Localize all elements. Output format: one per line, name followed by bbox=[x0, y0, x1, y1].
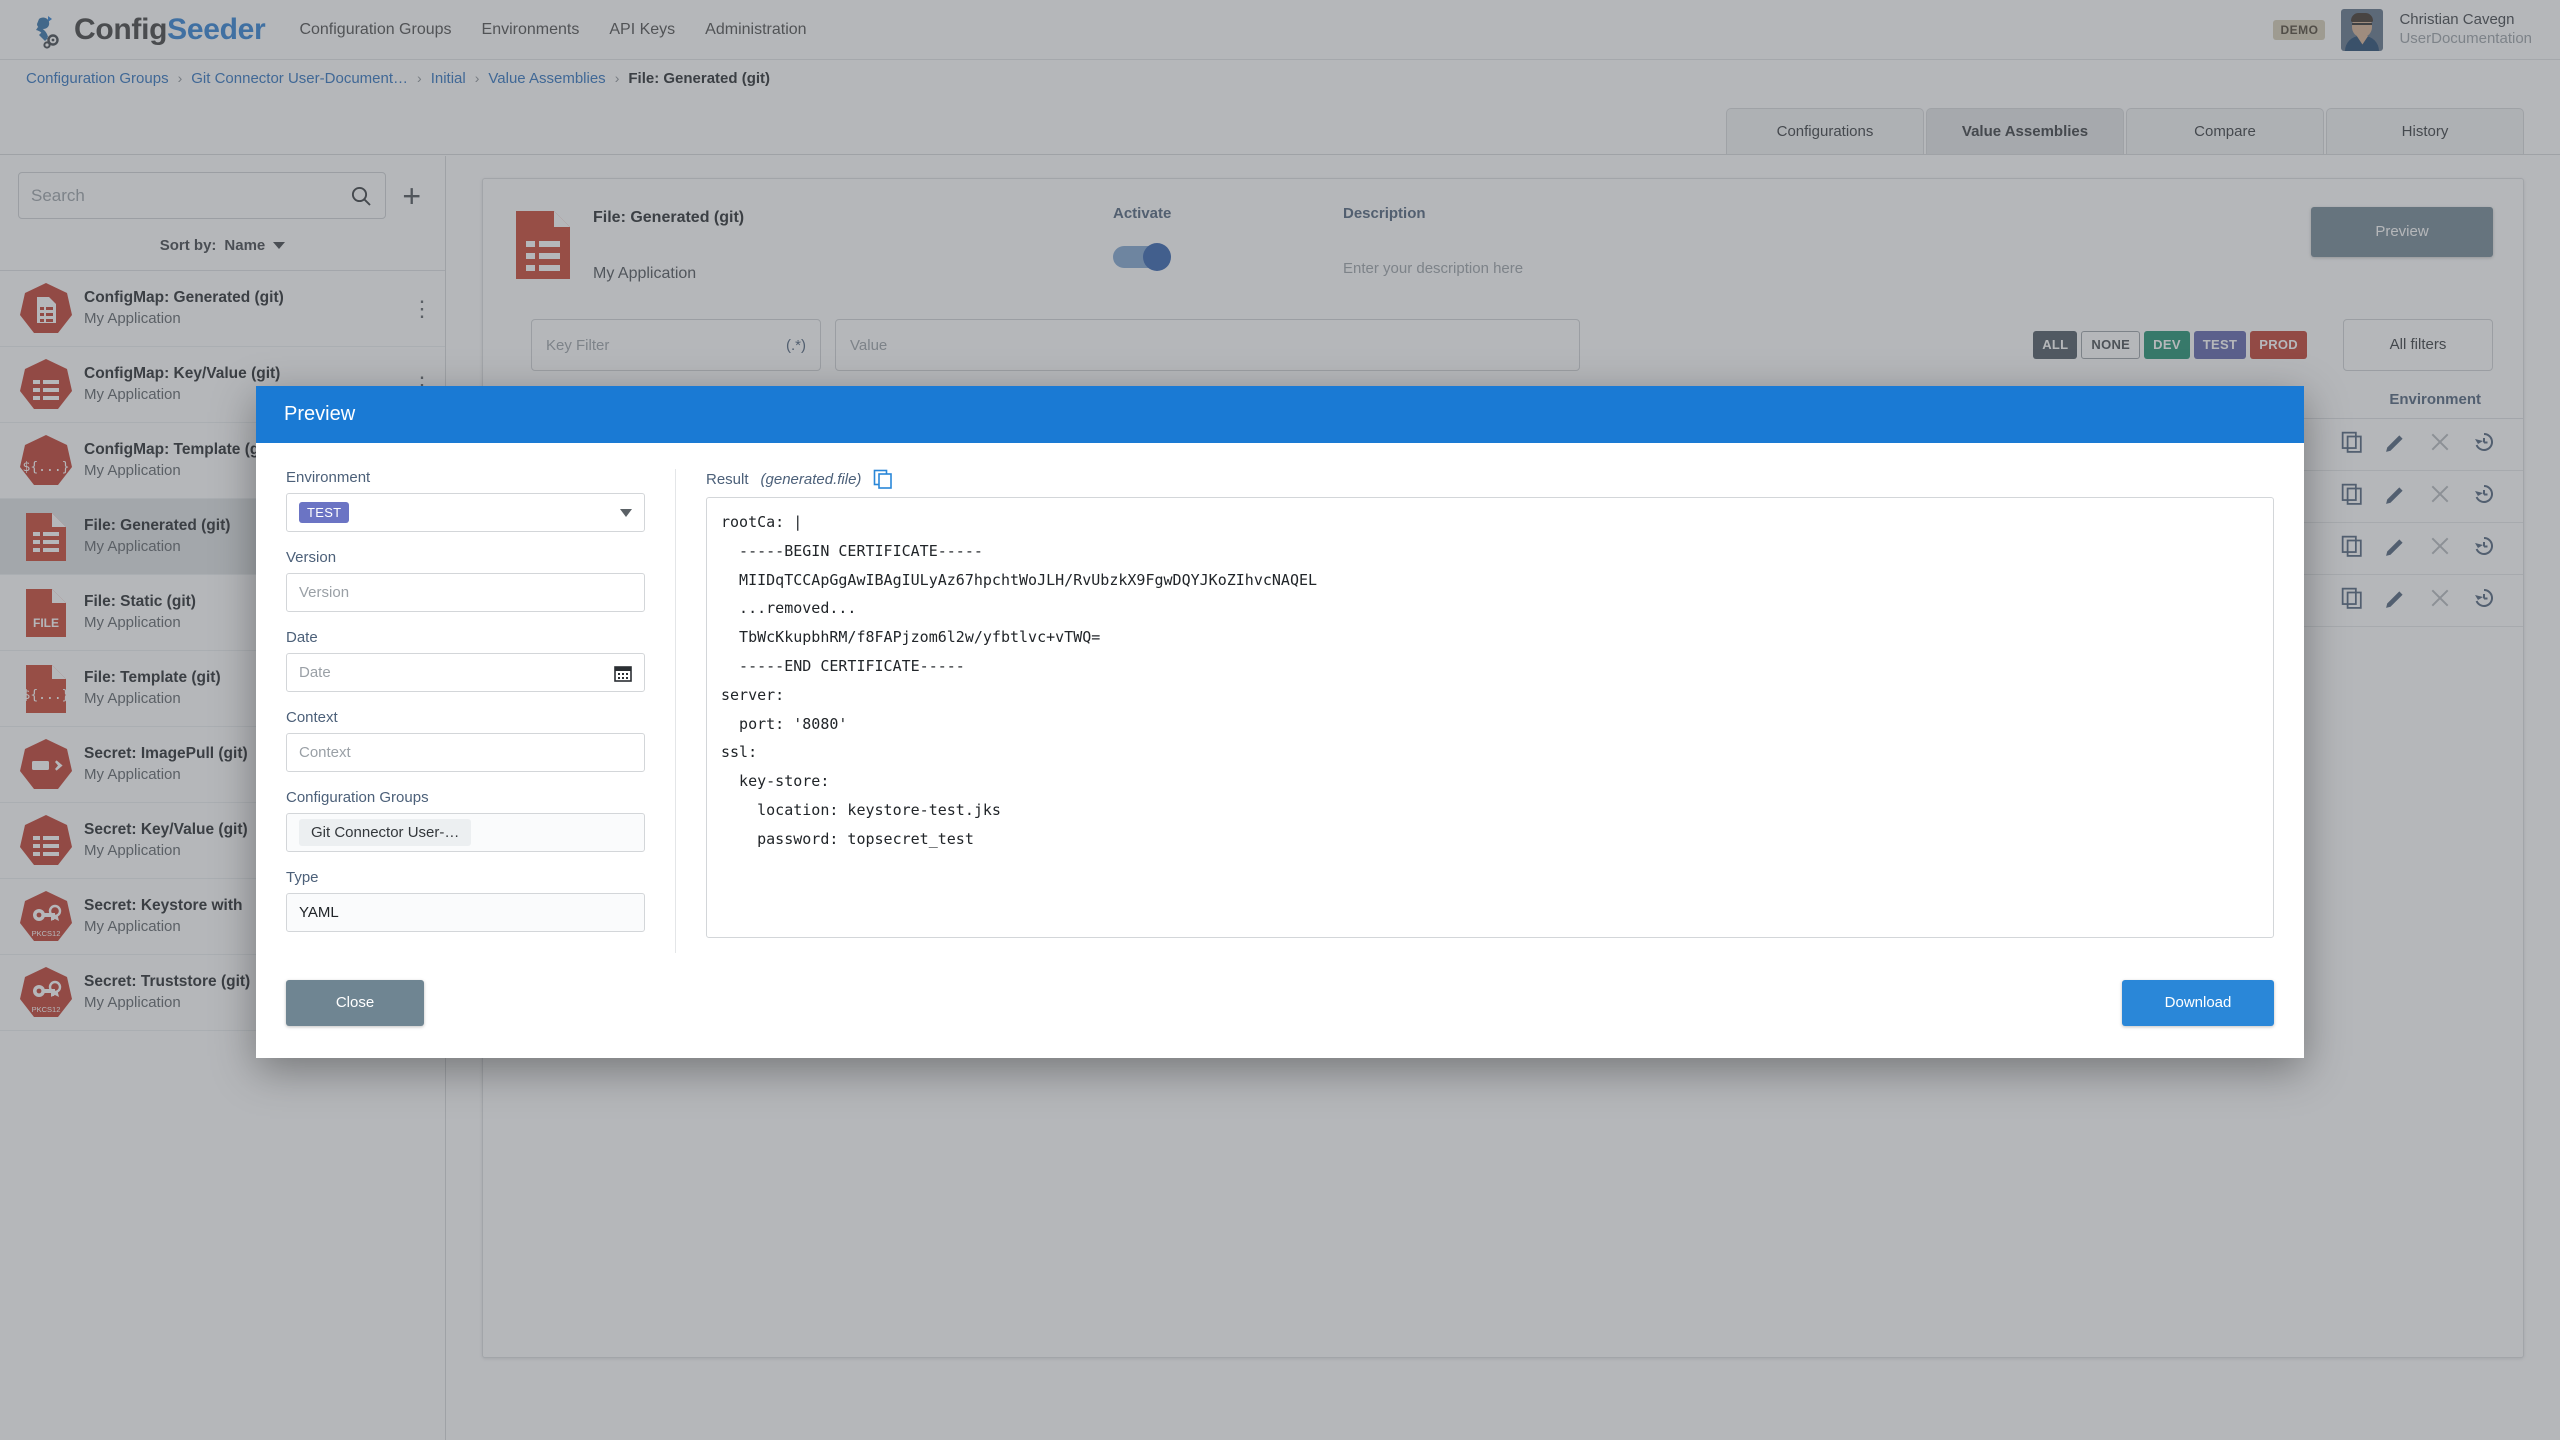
environment-field: Environment TEST bbox=[286, 469, 645, 532]
dialog-body: Environment TEST Version Version Date Da… bbox=[256, 443, 2304, 953]
context-label: Context bbox=[286, 709, 338, 726]
environment-label: Environment bbox=[286, 469, 371, 486]
environment-selected-chip: TEST bbox=[299, 502, 350, 523]
close-button[interactable]: Close bbox=[286, 980, 424, 1026]
version-label: Version bbox=[286, 549, 337, 566]
dialog-title: Preview bbox=[284, 403, 356, 425]
configuration-group-chip: Git Connector User-… bbox=[299, 819, 472, 846]
configuration-groups-value[interactable]: Git Connector User-… bbox=[286, 813, 645, 852]
result-header: Result (generated.file) bbox=[706, 469, 2274, 489]
chevron-down-icon[interactable] bbox=[620, 508, 632, 517]
date-placeholder: Date bbox=[299, 664, 331, 681]
download-button[interactable]: Download bbox=[2122, 980, 2274, 1026]
type-value: YAML bbox=[286, 893, 645, 932]
result-label: Result bbox=[706, 470, 749, 488]
date-input[interactable]: Date bbox=[286, 653, 645, 692]
dialog-form: Environment TEST Version Version Date Da… bbox=[286, 469, 676, 953]
version-field: Version Version bbox=[286, 549, 645, 612]
type-field: Type YAML bbox=[286, 869, 645, 932]
configuration-groups-field: Configuration Groups Git Connector User-… bbox=[286, 789, 645, 852]
dialog-title-bar: Preview bbox=[256, 386, 2304, 443]
version-input[interactable]: Version bbox=[286, 573, 645, 612]
context-field: Context Context bbox=[286, 709, 645, 772]
dialog-result-panel: Result (generated.file) rootCa: | -----B… bbox=[676, 469, 2274, 953]
preview-dialog: Preview Environment TEST Version Version… bbox=[256, 386, 2304, 1058]
context-input[interactable]: Context bbox=[286, 733, 645, 772]
date-field: Date Date bbox=[286, 629, 645, 692]
result-filename: (generated.file) bbox=[760, 470, 862, 488]
type-label: Type bbox=[286, 869, 319, 886]
result-content: rootCa: | -----BEGIN CERTIFICATE----- MI… bbox=[721, 513, 1318, 848]
date-label: Date bbox=[286, 629, 318, 646]
calendar-icon[interactable] bbox=[614, 664, 632, 682]
environment-select[interactable]: TEST bbox=[286, 493, 645, 532]
result-textarea[interactable]: rootCa: | -----BEGIN CERTIFICATE----- MI… bbox=[706, 497, 2274, 938]
dialog-footer: Close Download bbox=[256, 953, 2304, 1053]
copy-icon[interactable] bbox=[873, 469, 893, 489]
configuration-groups-label: Configuration Groups bbox=[286, 789, 429, 806]
